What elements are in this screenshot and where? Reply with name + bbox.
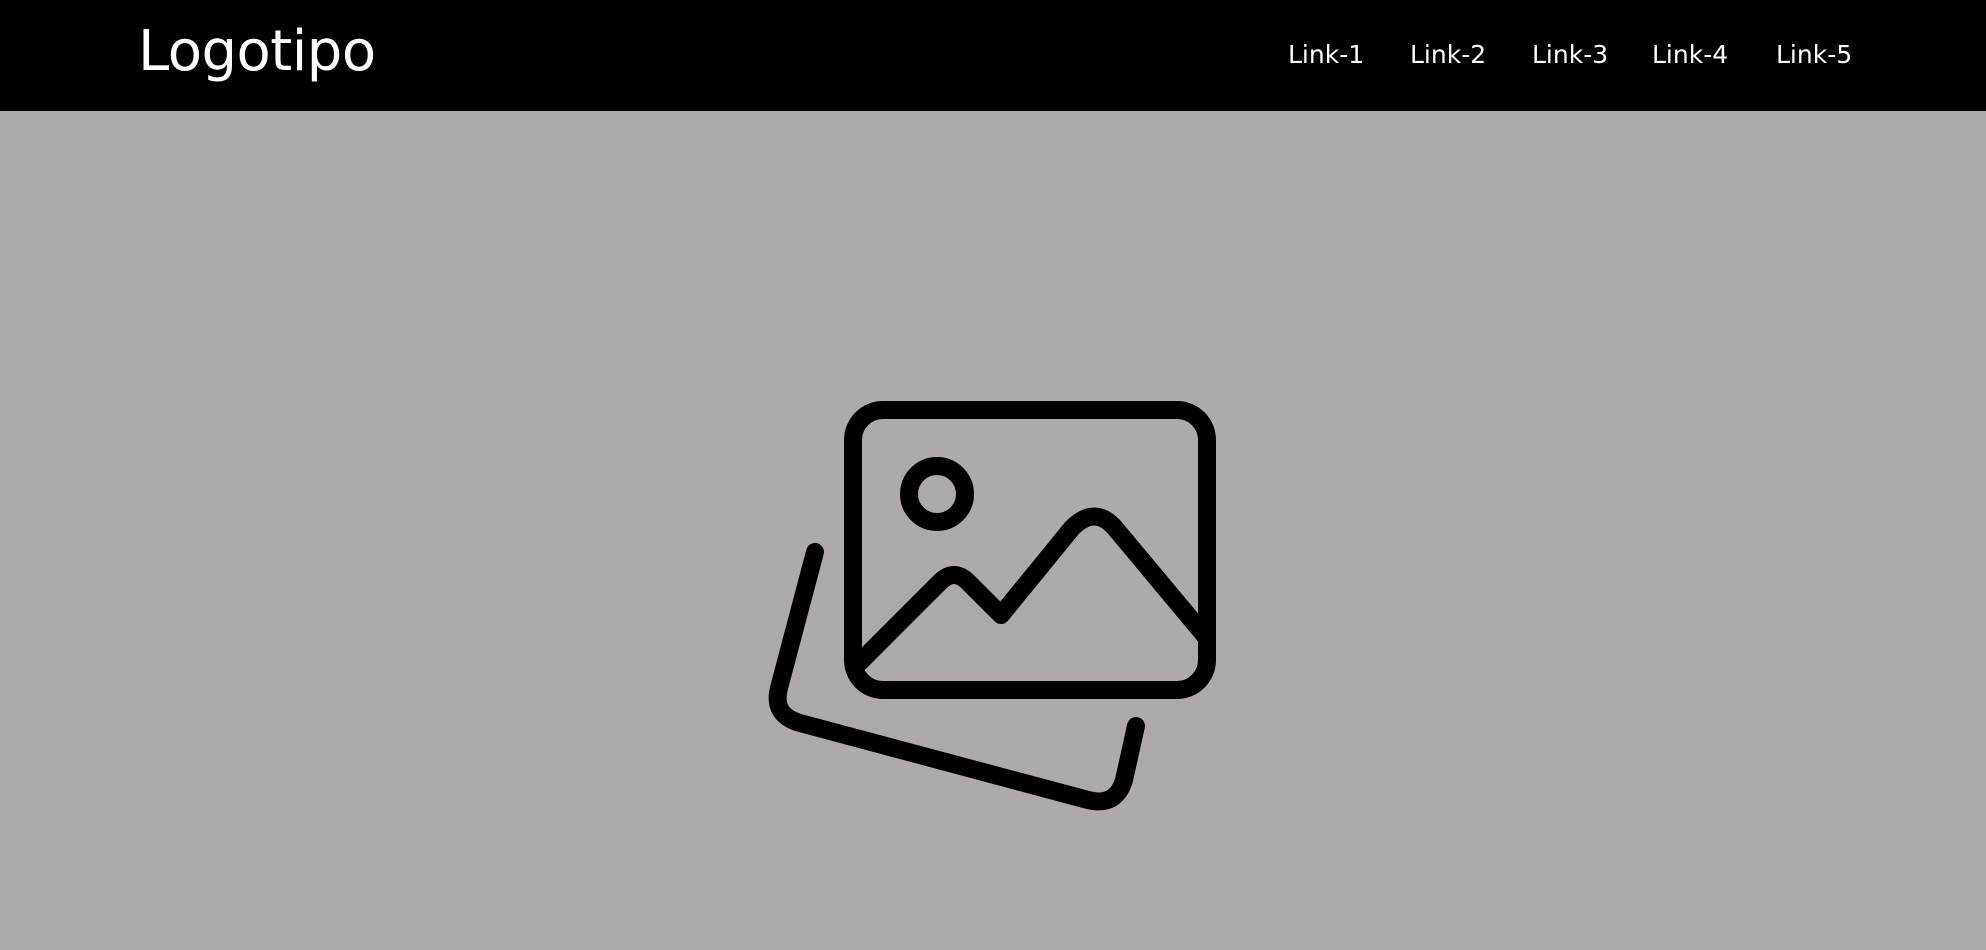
hero-section bbox=[0, 111, 1986, 950]
nav-link-3[interactable]: Link-3 bbox=[1532, 38, 1608, 72]
nav-link-2[interactable]: Link-2 bbox=[1410, 38, 1486, 72]
logo[interactable]: Logotipo bbox=[138, 14, 376, 90]
image-placeholder-icon bbox=[768, 401, 1216, 811]
nav-link-5[interactable]: Link-5 bbox=[1776, 38, 1852, 72]
navbar: Logotipo Link-1 Link-2 Link-3 Link-4 Lin… bbox=[0, 0, 1986, 111]
nav-link-4[interactable]: Link-4 bbox=[1652, 38, 1728, 72]
nav-link-1[interactable]: Link-1 bbox=[1288, 38, 1364, 72]
